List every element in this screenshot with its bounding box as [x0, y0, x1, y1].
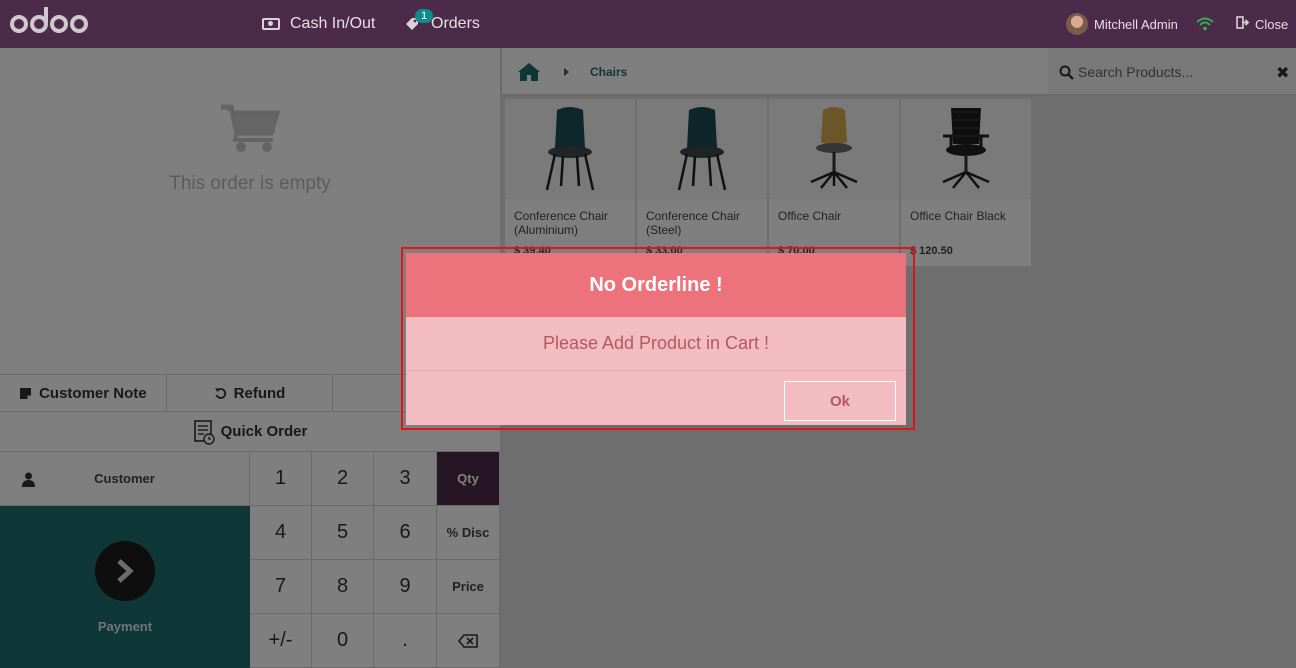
cash-in-out-label: Cash In/Out	[290, 15, 376, 32]
wifi-icon	[1196, 0, 1214, 48]
user-menu[interactable]: Mitchell Admin	[1066, 0, 1178, 48]
close-label: Close	[1255, 16, 1289, 32]
odoo-logo[interactable]	[10, 7, 88, 39]
top-bar: Cash In/Out Orders 1 Mitchell Admin Clos…	[0, 0, 1296, 48]
ok-button[interactable]: Ok	[784, 381, 896, 421]
dialog-message: Please Add Product in Cart !	[406, 317, 906, 371]
sign-out-icon	[1236, 16, 1250, 32]
orders-label: Orders	[431, 15, 480, 32]
cash-icon	[262, 18, 280, 30]
cash-in-out-button[interactable]: Cash In/Out	[262, 0, 375, 48]
user-name: Mitchell Admin	[1094, 16, 1178, 32]
orders-count-badge: 1	[415, 9, 434, 23]
close-button[interactable]: Close	[1236, 0, 1288, 48]
no-orderline-dialog: No Orderline ! Please Add Product in Car…	[406, 253, 906, 425]
avatar	[1066, 13, 1088, 35]
orders-button[interactable]: Orders	[405, 0, 480, 48]
dialog-title: No Orderline !	[406, 253, 906, 317]
